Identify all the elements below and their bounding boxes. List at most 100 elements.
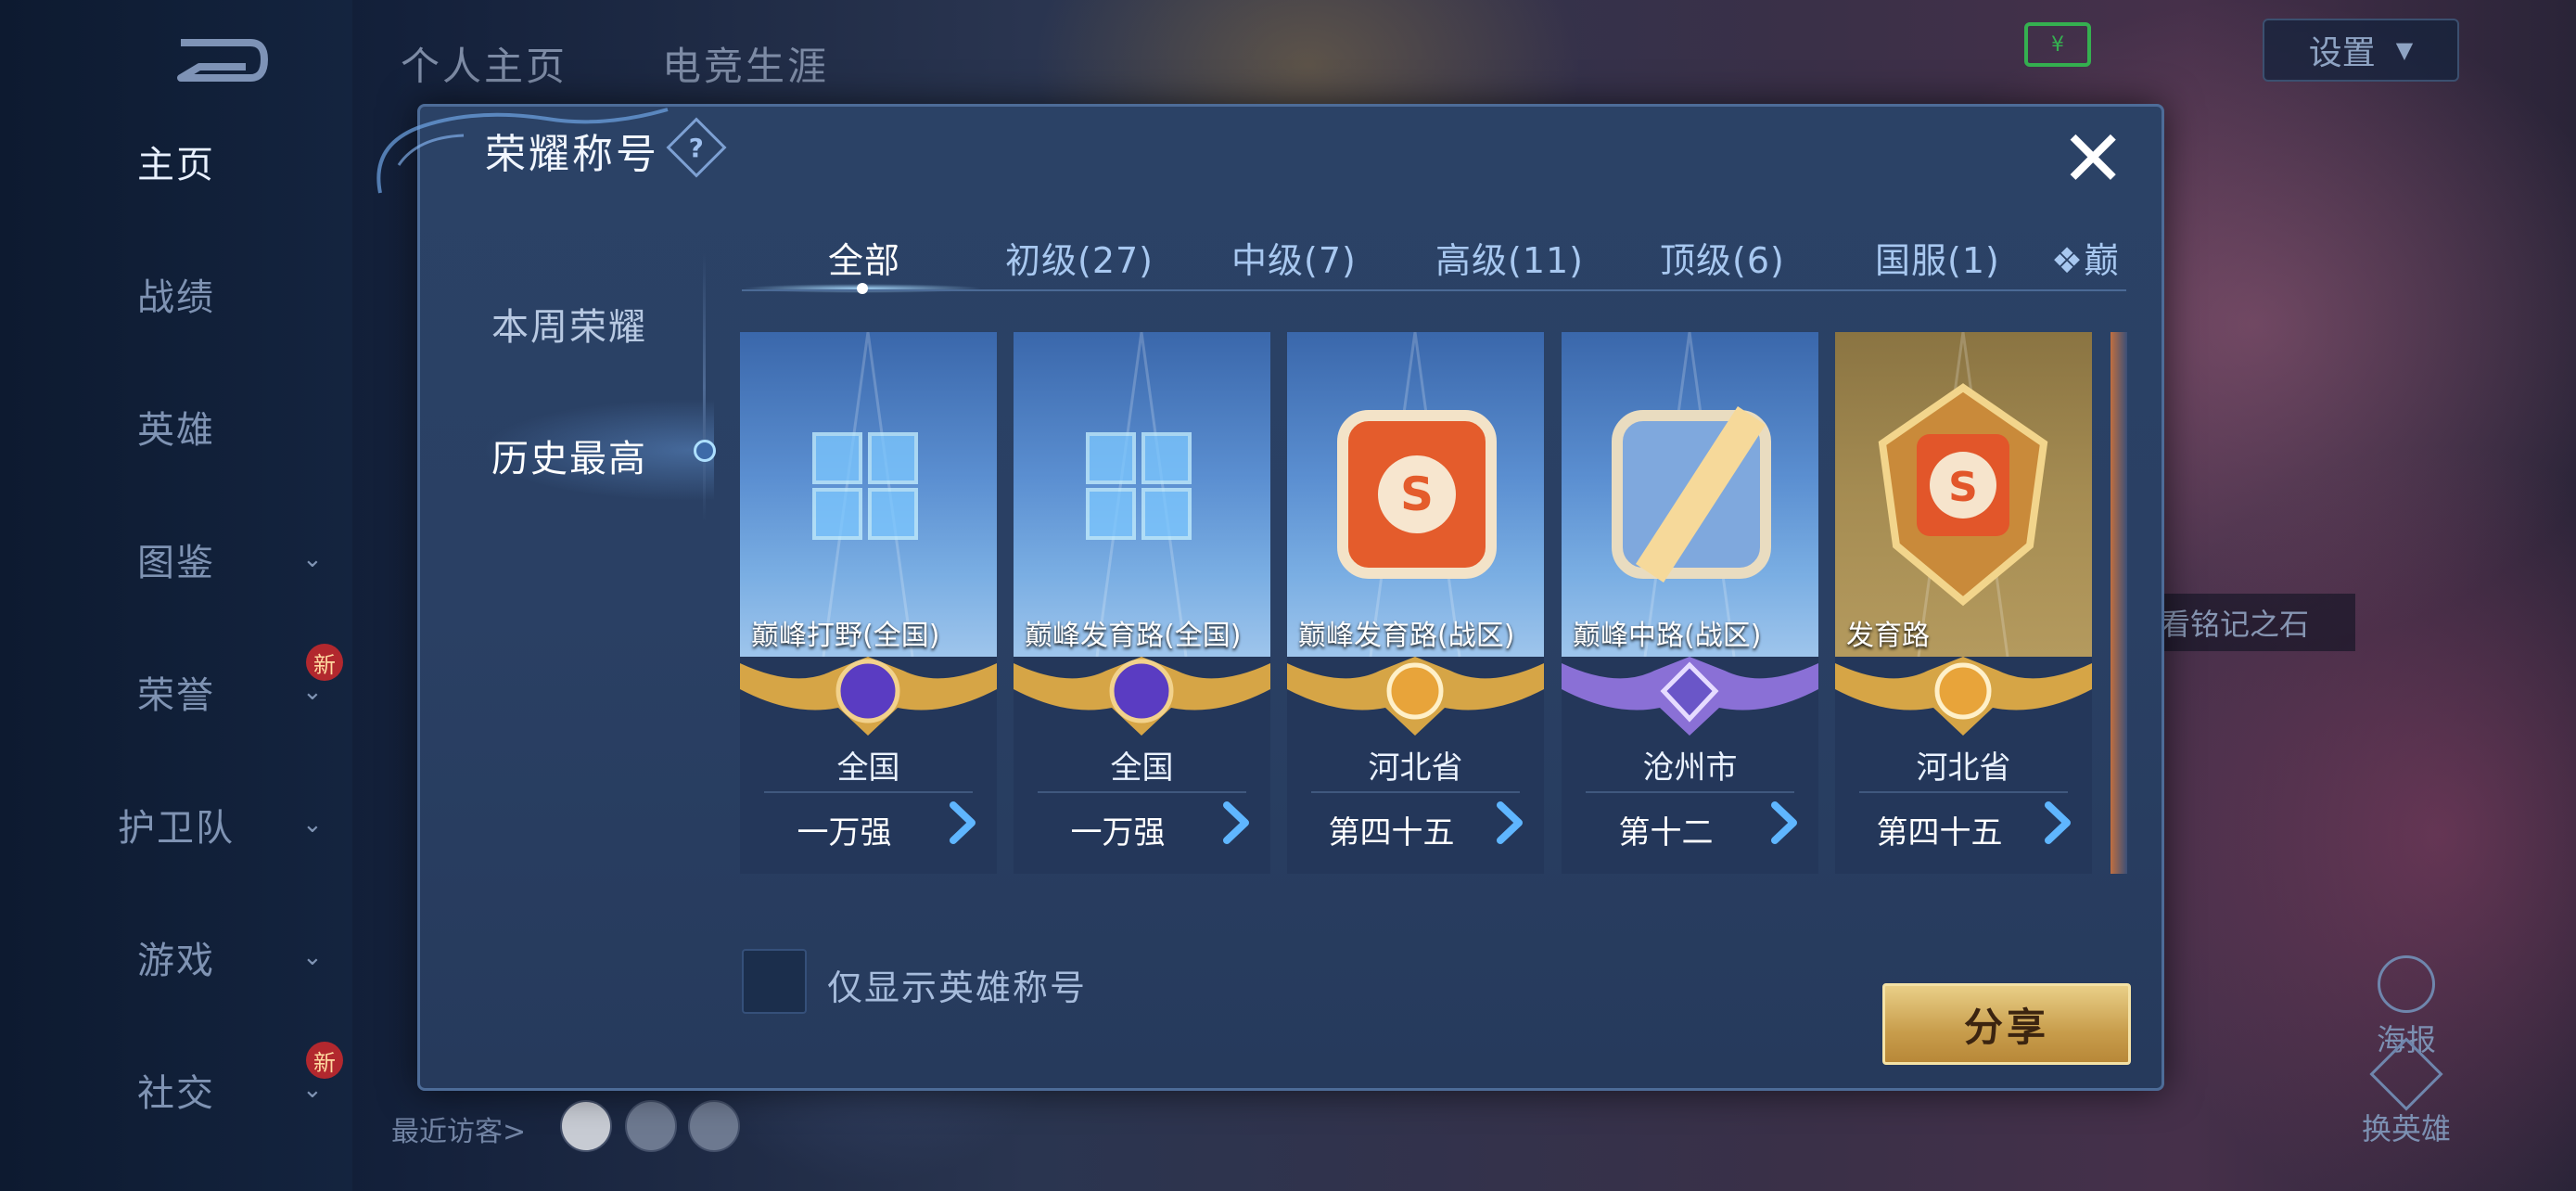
new-badge: 新	[306, 1042, 343, 1079]
title-card-region: 沧州市	[1642, 749, 1738, 787]
chevron-right-icon[interactable]	[1219, 800, 1256, 846]
tab-esports-career[interactable]: 电竞生涯	[662, 35, 829, 92]
visitor-avatar[interactable]	[625, 1100, 677, 1152]
gold-crest-wing-icon	[1835, 652, 2092, 745]
title-card-art	[1562, 332, 1818, 657]
sidebar-item-2[interactable]: 英雄	[0, 390, 352, 464]
recent-visitors-link[interactable]: 最近访客>	[391, 1108, 526, 1149]
side-divider	[703, 252, 706, 521]
chevron-down-icon: ⌄	[302, 545, 325, 573]
tab-national[interactable]: 国服(1)	[1875, 232, 2000, 283]
square-s-emblem-icon: S	[1337, 332, 1497, 657]
title-card-name: 巅峰中路(战区)	[1573, 620, 1762, 652]
title-card-rank: 第四十五	[1328, 814, 1455, 852]
title-card-name: 巅峰发育路(战区)	[1298, 620, 1515, 652]
sidebar-item-5[interactable]: 护卫队 ⌄	[0, 788, 352, 862]
chevron-right-icon[interactable]	[1493, 800, 1530, 846]
sidebar-item-3[interactable]: 图鉴 ⌄	[0, 522, 352, 596]
cash-icon[interactable]: ¥	[2024, 22, 2091, 67]
svg-text:S: S	[1400, 467, 1434, 521]
partial-title-card[interactable]	[2111, 332, 2127, 874]
sidebar-item-6[interactable]: 游戏 ⌄	[0, 920, 352, 994]
category-divider	[742, 289, 2126, 291]
change-hero-button[interactable]: 换英雄	[2346, 1037, 2467, 1148]
purple-crest-wing-icon	[1562, 652, 1818, 745]
square-slash-emblem-icon	[1612, 332, 1771, 657]
back-icon[interactable]	[162, 32, 269, 89]
sidebar-item-label: 社交	[137, 1072, 215, 1115]
chevron-down-icon: ⌄	[302, 811, 325, 839]
close-button[interactable]: ✕	[2060, 120, 2125, 198]
settings-label: 设置	[2308, 34, 2376, 72]
title-card-region: 河北省	[1368, 749, 1463, 787]
change-hero-label: 换英雄	[2361, 1111, 2451, 1146]
sidebar-item-7[interactable]: 社交 ⌄	[0, 1053, 352, 1127]
title-card-rank: 一万强	[1070, 814, 1166, 852]
side-tab-history-best[interactable]: 历史最高	[491, 429, 647, 482]
purple-crest-gold-wing-icon	[740, 652, 997, 745]
title-card-region: 河北省	[1916, 749, 2011, 787]
title-card-divider	[1586, 791, 1794, 793]
inscription-stone-link[interactable]: 看铭记之石	[2133, 594, 2355, 651]
title-card-art	[740, 332, 997, 657]
chevron-right-icon[interactable]	[946, 800, 983, 846]
dialog-title: 荣耀称号	[485, 131, 659, 178]
chevron-down-icon: ▼	[2395, 37, 2414, 63]
tab-advanced[interactable]: 高级(11)	[1435, 232, 1584, 283]
title-card-name: 巅峰发育路(全国)	[1025, 620, 1242, 652]
title-card-rank: 一万强	[797, 814, 892, 852]
title-card-name: 发育路	[1846, 620, 1930, 652]
visitor-avatar[interactable]	[688, 1100, 740, 1152]
title-card-divider	[1038, 791, 1246, 793]
hero-title-only-checkbox[interactable]	[742, 949, 807, 1014]
purple-crest-gold-wing-icon	[1014, 652, 1270, 745]
tab-top[interactable]: 顶级(6)	[1660, 232, 1785, 283]
title-card-divider	[1311, 791, 1520, 793]
title-card-art	[1014, 332, 1270, 657]
settings-button[interactable]: 设置 ▼	[2263, 19, 2459, 82]
title-card-region: 全国	[1110, 749, 1174, 787]
visitor-avatar[interactable]	[560, 1100, 612, 1152]
gold-crest-wing-icon	[1287, 652, 1544, 745]
tab-beginner[interactable]: 初级(27)	[1005, 232, 1154, 283]
grid-emblem-icon	[812, 332, 918, 657]
tab-intermediate[interactable]: 中级(7)	[1231, 232, 1357, 283]
tab-all[interactable]: 全部	[828, 232, 900, 283]
sidebar-item-4[interactable]: 荣誉 ⌄	[0, 655, 352, 729]
share-button[interactable]: 分享	[1882, 983, 2131, 1065]
title-card[interactable]: S 发育路河北省第四十五	[1835, 332, 2092, 874]
sidebar-item-label: 主页	[137, 144, 215, 186]
chevron-down-icon: ⌄	[302, 678, 325, 706]
chevron-down-icon: ⌄	[302, 1076, 325, 1104]
title-card[interactable]: 巅峰中路(战区) 沧州市第十二	[1562, 332, 1818, 874]
poster-icon	[2378, 955, 2435, 1013]
grid-emblem-icon	[1086, 332, 1192, 657]
chevron-right-icon[interactable]	[1767, 800, 1804, 846]
sidebar-item-label: 护卫队	[118, 807, 235, 850]
tab-peak[interactable]: ❖巅	[2051, 232, 2120, 283]
title-card-art: S	[1835, 332, 2092, 657]
sidebar-item-label: 战绩	[137, 276, 215, 319]
active-tab-dot	[857, 283, 868, 294]
shield-s-emblem-icon: S	[1878, 332, 2048, 657]
chevron-down-icon: ⌄	[302, 943, 325, 971]
sidebar-item-label: 图鉴	[137, 542, 215, 584]
hero-icon	[2369, 1037, 2443, 1111]
chevron-right-icon[interactable]	[2041, 800, 2078, 846]
title-card-region: 全国	[836, 749, 900, 787]
title-card-divider	[1859, 791, 2068, 793]
sidebar-item-1[interactable]: 战绩	[0, 257, 352, 331]
title-card-rank: 第十二	[1618, 814, 1714, 852]
title-card[interactable]: S 巅峰发育路(战区) 河北省第四十五	[1287, 332, 1544, 874]
title-card-name: 巅峰打野(全国)	[751, 620, 940, 652]
side-tab-indicator	[694, 440, 716, 462]
sidebar-item-0[interactable]: 主页	[0, 124, 352, 198]
sidebar-item-label: 游戏	[137, 940, 215, 982]
sidebar-item-label: 英雄	[137, 409, 215, 452]
title-card-rank: 第四十五	[1876, 814, 2003, 852]
title-card-art: S	[1287, 332, 1544, 657]
title-card[interactable]: 巅峰发育路(全国) 全国一万强	[1014, 332, 1270, 874]
title-card[interactable]: 巅峰打野(全国) 全国一万强	[740, 332, 997, 874]
side-tab-weekly-honor[interactable]: 本周荣耀	[491, 297, 647, 351]
tab-personal-home[interactable]: 个人主页	[401, 35, 567, 92]
